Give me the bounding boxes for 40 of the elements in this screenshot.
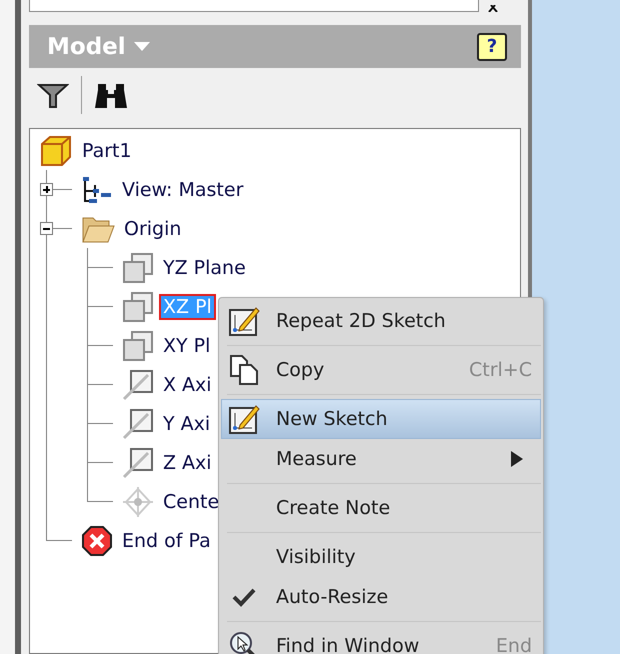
tree-item[interactable]: Cente bbox=[161, 490, 222, 512]
tree-item[interactable]: Z Axi bbox=[161, 452, 214, 474]
sketch-icon bbox=[228, 305, 260, 337]
menu-item[interactable]: New Sketch bbox=[221, 399, 541, 439]
view-tree-icon bbox=[81, 174, 113, 204]
tree-item[interactable]: YZ Plane bbox=[161, 256, 248, 278]
close-icon[interactable] bbox=[487, 5, 499, 12]
axis-icon bbox=[122, 446, 154, 478]
shortcut-label: End bbox=[496, 635, 532, 654]
sketch-icon bbox=[228, 403, 260, 435]
copy-icon bbox=[228, 354, 260, 386]
plane-icon bbox=[122, 252, 154, 284]
menu-item[interactable]: Auto-Resize bbox=[221, 577, 541, 617]
point-icon bbox=[122, 486, 154, 518]
axis-icon bbox=[122, 368, 154, 400]
plane-icon bbox=[122, 330, 154, 362]
menu-item[interactable]: Copy Ctrl+C bbox=[221, 350, 541, 390]
plane-icon bbox=[122, 290, 154, 322]
axis-icon bbox=[122, 408, 154, 440]
stop-icon bbox=[81, 524, 113, 556]
help-button[interactable]: ? bbox=[477, 32, 507, 60]
tree-item[interactable]: Origin bbox=[122, 218, 184, 240]
tree-item[interactable]: View: Master bbox=[120, 178, 246, 200]
tree-item[interactable]: End of Pa bbox=[120, 530, 213, 552]
filter-icon bbox=[37, 81, 69, 109]
cube-icon bbox=[39, 134, 73, 168]
tree-item[interactable]: Y Axi bbox=[161, 412, 212, 434]
expand-toggle[interactable] bbox=[40, 183, 53, 196]
menu-item[interactable]: Visibility bbox=[221, 537, 541, 577]
menu-item[interactable]: Create Note bbox=[221, 488, 541, 528]
tree-item[interactable]: XY Pl bbox=[161, 334, 212, 356]
search-field[interactable] bbox=[29, 0, 479, 12]
tree-item[interactable]: X Axi bbox=[161, 374, 214, 396]
caret-icon bbox=[134, 42, 150, 52]
collapse-toggle[interactable] bbox=[40, 222, 53, 235]
menu-item[interactable]: Measure bbox=[221, 439, 541, 479]
menu-item[interactable]: Repeat 2D Sketch bbox=[221, 301, 541, 341]
shortcut-label: Ctrl+C bbox=[469, 359, 532, 381]
menu-item[interactable]: Find in Window End bbox=[221, 626, 541, 654]
tree-item[interactable]: Part1 bbox=[80, 140, 134, 162]
